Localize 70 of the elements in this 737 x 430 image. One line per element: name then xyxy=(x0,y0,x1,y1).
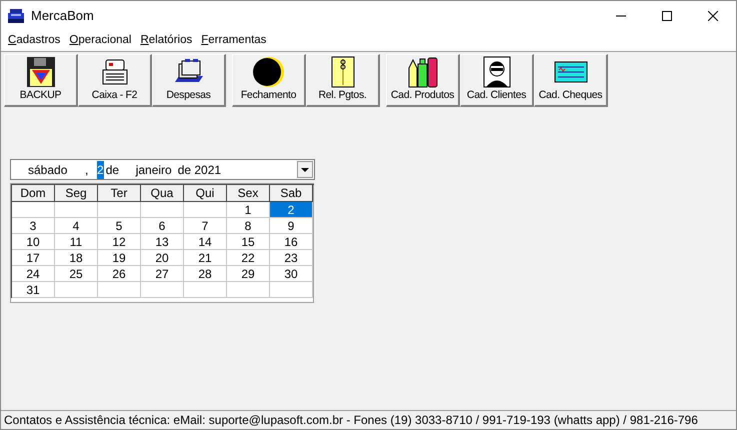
moon-icon xyxy=(252,56,284,88)
day-cell[interactable]: 16 xyxy=(270,234,313,250)
menu-item[interactable]: Ferramentas xyxy=(197,31,270,51)
day-cell[interactable]: 29 xyxy=(227,266,270,282)
year-text: de 2021 xyxy=(178,162,222,178)
day-cell[interactable]: 26 xyxy=(98,266,141,282)
day-cell[interactable]: 5 xyxy=(98,218,141,234)
toolbar-button[interactable]: Caixa - F2 xyxy=(78,54,152,107)
day-cell[interactable]: 4 xyxy=(55,218,98,234)
weekday-header: Qui xyxy=(184,185,227,202)
toolbar-button[interactable]: BACKUP xyxy=(4,54,78,107)
cheque-icon xyxy=(554,60,588,83)
day-cell[interactable]: 13 xyxy=(141,234,184,250)
register-icon xyxy=(7,8,25,24)
weekday-header: Qua xyxy=(141,185,184,202)
day-cell[interactable]: 3 xyxy=(12,218,55,234)
maximize-icon xyxy=(662,11,672,21)
weekday-header: Dom xyxy=(12,185,55,202)
day-cell[interactable]: 27 xyxy=(141,266,184,282)
toolbar-button[interactable]: Rel. Pgtos. xyxy=(306,54,380,107)
cash-register-icon xyxy=(100,58,130,86)
day-cell[interactable]: 18 xyxy=(55,250,98,266)
date-field[interactable]: sábado , 2 de janeiro de 2021 xyxy=(10,159,315,180)
weekday-header: Seg xyxy=(55,185,98,202)
day-cell[interactable]: 20 xyxy=(141,250,184,266)
person-icon xyxy=(482,56,510,88)
separator-text: , xyxy=(85,162,90,178)
day-text: 2 xyxy=(97,160,104,178)
month-text: janeiro xyxy=(136,162,173,178)
toolbar-button[interactable]: Cad. Produtos xyxy=(386,54,460,107)
weekday-header: Sex xyxy=(227,185,270,202)
menu-item[interactable]: Operacional xyxy=(65,31,136,51)
day-cell[interactable]: 12 xyxy=(98,234,141,250)
day-cell[interactable]: 1 xyxy=(227,202,270,218)
dropdown-button[interactable] xyxy=(297,161,313,178)
day-cell[interactable]: 25 xyxy=(55,266,98,282)
envelope-icon xyxy=(330,56,354,88)
day-cell[interactable]: 6 xyxy=(141,218,184,234)
day-cell[interactable]: 7 xyxy=(184,218,227,234)
menu-item[interactable]: Relatórios xyxy=(136,31,196,51)
toolbar-button[interactable]: Despesas xyxy=(152,54,226,107)
date-text: de xyxy=(106,162,120,178)
markers-icon xyxy=(406,56,438,88)
day-cell[interactable]: 11 xyxy=(55,234,98,250)
day-cell[interactable]: 17 xyxy=(12,250,55,266)
day-cell[interactable]: 10 xyxy=(12,234,55,250)
caret-icon xyxy=(301,168,309,172)
day-cell[interactable]: 21 xyxy=(184,250,227,266)
day-cell[interactable]: 19 xyxy=(98,250,141,266)
weekday-header: Ter xyxy=(98,185,141,202)
window-title: MercaBom xyxy=(31,7,94,26)
toolbar-button[interactable]: Fechamento xyxy=(232,54,306,107)
close-icon xyxy=(708,11,718,21)
toolbar-button[interactable]: Cad. Clientes xyxy=(460,54,534,107)
day-cell[interactable]: 15 xyxy=(227,234,270,250)
day-cell[interactable]: 30 xyxy=(270,266,313,282)
day-cell[interactable]: 23 xyxy=(270,250,313,266)
menu-item[interactable]: Cadastros xyxy=(4,31,64,51)
day-cell[interactable]: 8 xyxy=(227,218,270,234)
day-cell[interactable]: 31 xyxy=(12,282,55,298)
day-cell[interactable]: 14 xyxy=(184,234,227,250)
day-cell[interactable]: 24 xyxy=(12,266,55,282)
day-cell[interactable]: 9 xyxy=(270,218,313,234)
day-cell[interactable]: 22 xyxy=(227,250,270,266)
day-cell[interactable]: 28 xyxy=(184,266,227,282)
weekday-header: Sab xyxy=(270,185,313,202)
status-text: Contatos e Assistência técnica: eMail: suporte@lupasoft.com.br - Fones (19) 3033-8710 / 991-719-193 (whatts app) / 981-216-796 xyxy=(4,412,698,429)
toolbar-button[interactable]: Cad. Cheques xyxy=(534,54,608,107)
day-cell[interactable]: 2 xyxy=(270,202,313,218)
weekday-text: sábado xyxy=(28,162,68,178)
